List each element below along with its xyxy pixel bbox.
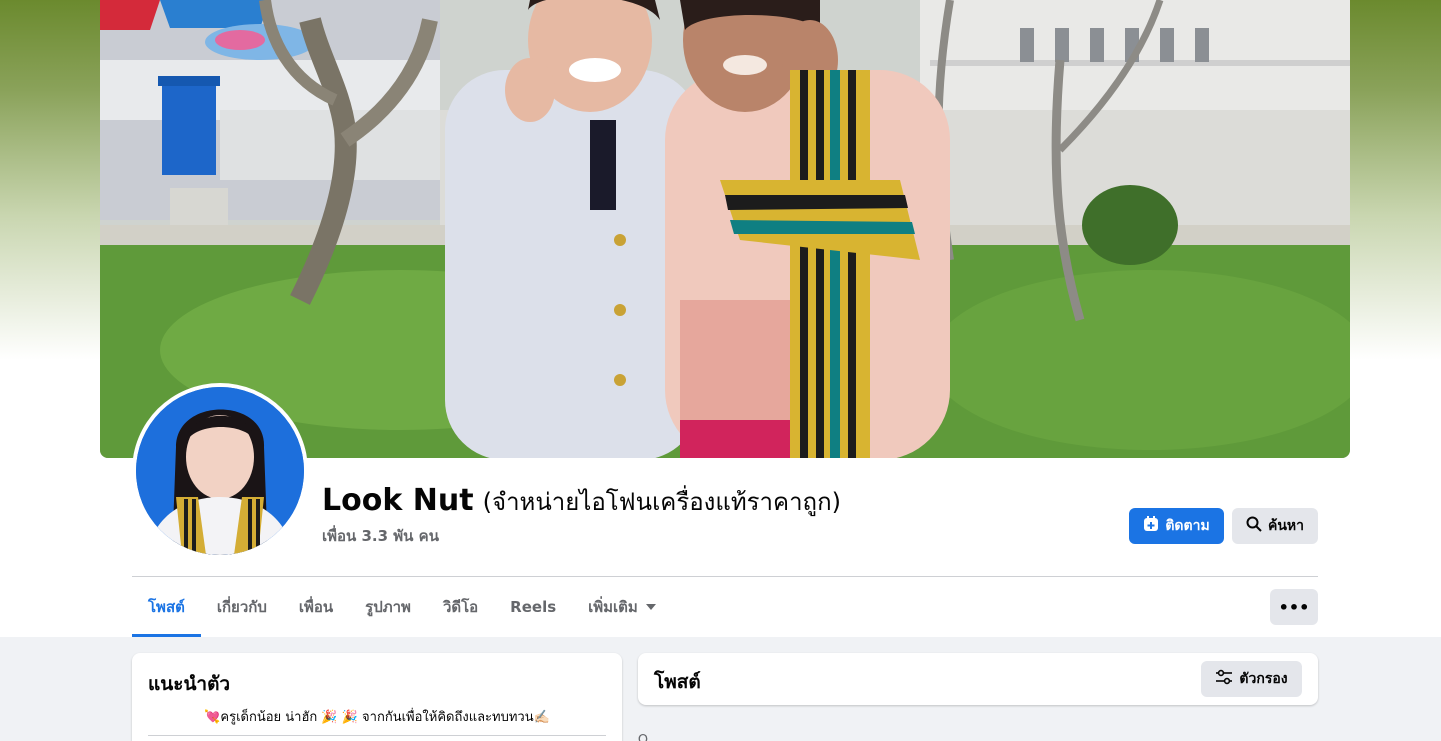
follow-label: ติดตาม bbox=[1165, 518, 1210, 534]
tab-posts[interactable]: โพสต์ bbox=[132, 577, 201, 637]
search-label: ค้นหา bbox=[1267, 518, 1305, 534]
search-button[interactable]: ค้นหา bbox=[1232, 508, 1318, 544]
search-icon bbox=[1246, 516, 1262, 536]
intro-title: แนะนำตัว bbox=[148, 673, 231, 695]
tab-photos[interactable]: รูปภาพ bbox=[349, 577, 427, 637]
profile-tabs: โพสต์ เกี่ยวกับ เพื่อน รูปภาพ วิดีโอ Ree… bbox=[132, 577, 672, 637]
more-icon: ••• bbox=[1278, 597, 1310, 617]
add-friend-icon bbox=[1143, 516, 1159, 536]
filter-label: ตัวกรอง bbox=[1239, 671, 1288, 687]
tab-label: โพสต์ bbox=[148, 598, 185, 616]
tab-videos[interactable]: วิดีโอ bbox=[427, 577, 494, 637]
friends-count[interactable]: เพื่อน 3.3 พัน คน bbox=[322, 524, 439, 548]
tab-label: รูปภาพ bbox=[365, 598, 411, 616]
tab-label: เพิ่มเติม bbox=[588, 598, 638, 616]
filter-icon bbox=[1215, 669, 1233, 689]
cover-photo[interactable] bbox=[100, 0, 1350, 458]
composer-peek-text: Ω‥‥‥ bbox=[638, 733, 674, 741]
filter-button[interactable]: ตัวกรอง bbox=[1201, 661, 1302, 697]
posts-title: โพสต์ bbox=[654, 671, 701, 693]
chevron-down-icon bbox=[645, 604, 656, 610]
tab-label: วิดีโอ bbox=[442, 598, 479, 616]
tab-about[interactable]: เกี่ยวกับ bbox=[201, 577, 283, 637]
profile-name: Look Nut bbox=[322, 483, 474, 518]
intro-bio: 💘ครูเด็กน้อย น่าฮัก 🎉 🎉 จากกันเพื่อให้คิ… bbox=[204, 710, 550, 725]
cover-photo-image bbox=[100, 0, 1350, 458]
tab-label: เกี่ยวกับ bbox=[216, 598, 267, 616]
avatar-image bbox=[136, 387, 304, 555]
tab-label: Reels bbox=[510, 598, 557, 616]
tab-label: เพื่อน bbox=[298, 598, 334, 616]
follow-button[interactable]: ติดตาม bbox=[1129, 508, 1224, 544]
profile-name-line: Look Nut (จำหน่ายไอโฟนเครื่องแท้ราคาถูก) bbox=[322, 482, 841, 521]
tab-friends[interactable]: เพื่อน bbox=[283, 577, 349, 637]
intro-divider bbox=[148, 735, 606, 736]
tab-more[interactable]: เพิ่มเติม bbox=[572, 577, 672, 637]
avatar[interactable] bbox=[136, 387, 304, 555]
profile-name-suffix: (จำหน่ายไอโฟนเครื่องแท้ราคาถูก) bbox=[482, 488, 841, 516]
more-options-button[interactable]: ••• bbox=[1270, 589, 1318, 625]
tab-reels[interactable]: Reels bbox=[494, 577, 572, 637]
intro-card: แนะนำตัว 💘ครูเด็กน้อย น่าฮัก 🎉 🎉 จากกันเ… bbox=[132, 653, 622, 741]
